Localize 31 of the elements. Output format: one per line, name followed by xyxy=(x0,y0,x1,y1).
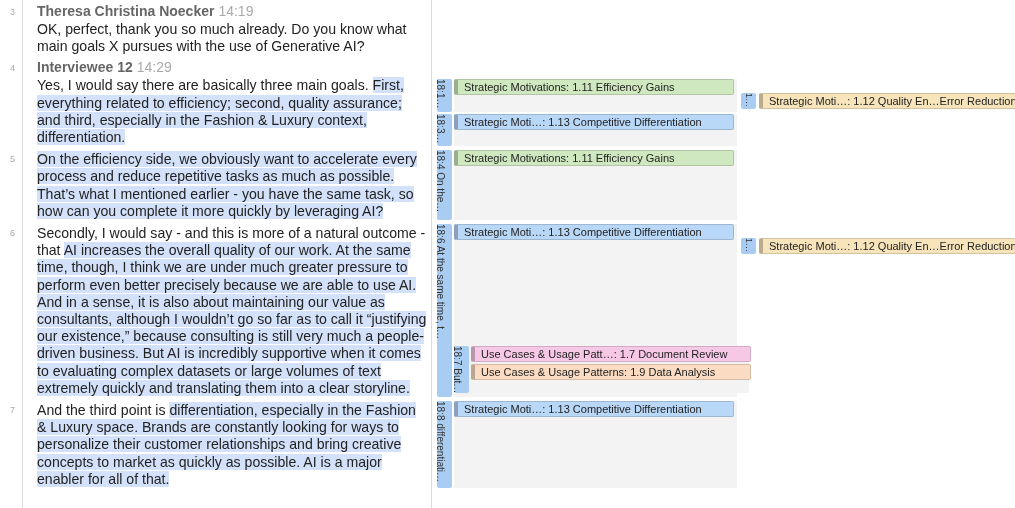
segment-label[interactable]: 1… xyxy=(741,238,756,255)
segment-label[interactable]: 18:1… xyxy=(437,79,452,112)
line-number: 5 xyxy=(10,153,15,167)
transcript-paragraph: On the efficiency side, we obviously want to accelerate every process and reduce repetitive tasks as much as possible. That’s what I mentioned earlier - you have the same task, so how can you complete it more quickly by leveraging AI? xyxy=(37,151,418,221)
segment-label[interactable]: 18:7 But… xyxy=(454,345,469,394)
speaker-name: Interviewee 12 xyxy=(37,59,133,77)
line-number: 7 xyxy=(10,404,15,418)
segment-label[interactable]: 1… xyxy=(741,93,756,110)
line-number: 3 xyxy=(10,6,15,19)
transcript-paragraph: And the third point is differentiation, especially in the Fashion & Luxury space. Brands are constantly looking for ways to personalize their customer relationships and bring creative concepts to market as quickly as possible. AI is a major enabler for all of that. xyxy=(37,402,417,489)
timestamp: 14:29 xyxy=(136,59,172,77)
transcript-paragraph: Secondly, I would say - and this is more of a natural outcome - that AI increases the overall quality of our work. At the same time, though, I think we are under much greater pressure to perform even better precisely because we are able to use AI. And in a sense, it is also about maintaining our value as consultants, although I wouldn’t go so far as to call it “justifying our existence,” because consulting is still very much a people-driven business. But AI is incredibly supportive when it comes to evaluating complex datasets or large volumes of text extremely quickly and translating them into a clear storyline. xyxy=(37,225,427,398)
line-number: 4 xyxy=(10,62,15,76)
code-tag[interactable]: Strategic Moti…: 1.12 Quality En…Error Reduction xyxy=(759,93,1015,110)
segment-label[interactable]: 18:6 At the same time, t… xyxy=(437,224,452,398)
code-tag[interactable]: Strategic Motivations: 1.11 Efficiency Gains xyxy=(454,150,734,167)
transcript-paragraph: OK, perfect, thank you so much already. Do you know what main goals X pursues with the use of Generative AI? xyxy=(37,21,408,56)
transcript-paragraph: Yes, I would say there are basically three main goals. First, everything related to efficiency; second, quality assurance; and third, especially in the Fashion & Luxury context, differentiation. xyxy=(37,77,405,147)
timestamp: 14:19 xyxy=(218,3,254,20)
code-tag[interactable]: Strategic Moti…: 1.13 Competitive Differentiation xyxy=(454,224,734,241)
segment-label[interactable]: 18:3… xyxy=(437,113,452,147)
code-tag[interactable]: Strategic Moti…: 1.13 Competitive Differentiation xyxy=(454,113,734,130)
code-tag[interactable]: Strategic Moti…: 1.12 Quality En…Error Reduction xyxy=(759,238,1015,255)
code-tag[interactable]: Strategic Motivations: 1.11 Efficiency Gains xyxy=(454,79,734,96)
code-tag[interactable]: Strategic Moti…: 1.13 Competitive Differentiation xyxy=(454,401,734,418)
code-tag[interactable]: Use Cases & Usage Patt…: 1.7 Document Review xyxy=(471,345,751,362)
code-tag[interactable]: Use Cases & Usage Patterns: 1.9 Data Analysis xyxy=(471,363,751,380)
speaker-name: Theresa Christina Noecker xyxy=(37,3,215,20)
segment-label[interactable]: 18:4 On the… xyxy=(437,150,452,221)
line-number: 6 xyxy=(10,227,15,241)
segment-label[interactable]: 18:8 differentiati… xyxy=(437,401,452,489)
